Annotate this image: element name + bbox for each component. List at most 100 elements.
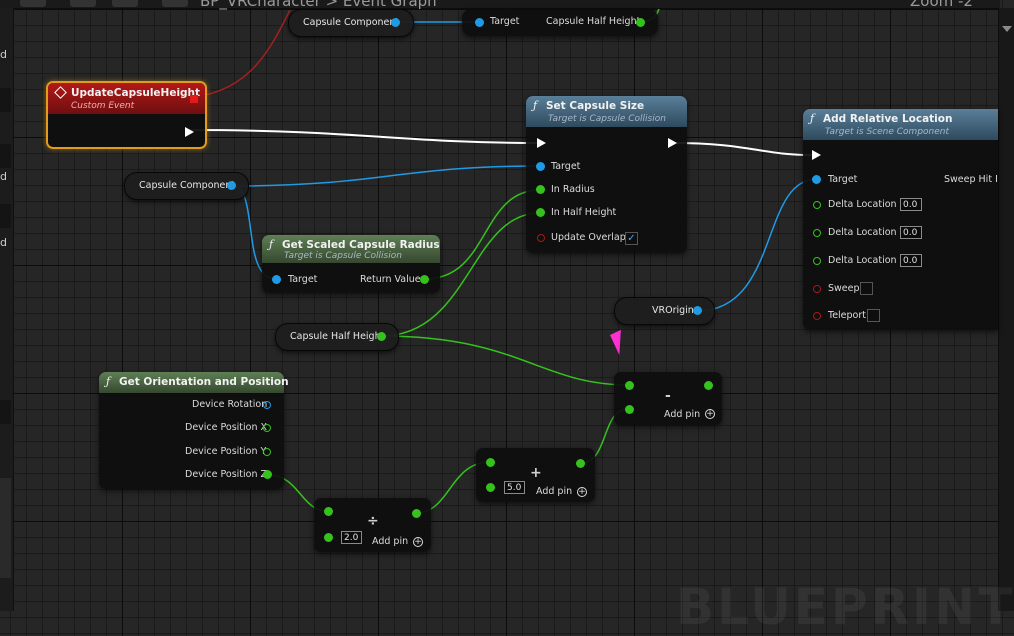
get-capsule-half-height-node[interactable]: Target Capsule Half Height bbox=[462, 9, 658, 36]
input-a-pin[interactable] bbox=[324, 507, 333, 516]
delta-x-input[interactable]: 0.0 bbox=[900, 198, 922, 211]
left-panel-tab[interactable] bbox=[0, 204, 11, 228]
left-panel-label: d bbox=[0, 48, 7, 61]
set-capsule-size-node[interactable]: ƒ Set Capsule Size Target is Capsule Col… bbox=[526, 96, 687, 253]
output-pin[interactable] bbox=[704, 381, 713, 390]
exec-in-pin[interactable] bbox=[812, 150, 821, 160]
left-panel-tab[interactable] bbox=[0, 400, 11, 424]
update-capsule-height-event[interactable]: UpdateCapsuleHeight Custom Event bbox=[46, 81, 207, 149]
output-pin[interactable] bbox=[412, 509, 421, 518]
add-pin-icon[interactable]: + bbox=[577, 487, 587, 497]
half-height-pin[interactable] bbox=[636, 18, 645, 27]
add-pin-icon[interactable]: + bbox=[413, 537, 423, 547]
delta-z-input[interactable]: 0.0 bbox=[900, 254, 922, 267]
radius-pin[interactable] bbox=[536, 185, 545, 194]
left-panel-scrollbar[interactable] bbox=[0, 478, 11, 578]
node-title: Get Orientation and Position bbox=[119, 376, 289, 388]
mouse-cursor-icon bbox=[610, 329, 631, 355]
half-height-pin[interactable] bbox=[536, 208, 545, 217]
node-title: Get Scaled Capsule Radius bbox=[282, 239, 440, 251]
output-pin[interactable] bbox=[391, 18, 400, 27]
teleport-pin[interactable] bbox=[813, 312, 821, 320]
function-icon: ƒ bbox=[533, 99, 538, 112]
node-label: VROrigin bbox=[652, 305, 694, 316]
graph-icon bbox=[162, 0, 188, 7]
forward-button[interactable] bbox=[112, 0, 138, 7]
delta-z-label: Delta Location Z bbox=[828, 255, 907, 266]
exec-out-pin[interactable] bbox=[668, 138, 677, 148]
output-pin[interactable] bbox=[227, 181, 236, 190]
update-overlaps-pin[interactable] bbox=[537, 234, 545, 242]
device-position-x-pin[interactable] bbox=[263, 424, 271, 432]
event-icon bbox=[54, 86, 67, 99]
target-pin[interactable] bbox=[475, 18, 484, 27]
add-pin-label[interactable]: Add pin bbox=[664, 409, 700, 420]
capsule-component-node[interactable]: Capsule Component bbox=[124, 172, 249, 200]
update-overlaps-checkbox[interactable]: ✓ bbox=[625, 232, 638, 245]
divide-node[interactable]: ÷ 2.0 Add pin + bbox=[314, 498, 431, 552]
device-rotation-pin[interactable] bbox=[263, 401, 271, 409]
target-pin[interactable] bbox=[272, 275, 281, 284]
add-pin-icon[interactable]: + bbox=[705, 409, 715, 419]
device-position-z-pin[interactable] bbox=[263, 470, 272, 479]
divisor-input[interactable]: 2.0 bbox=[341, 531, 362, 544]
output-pin[interactable] bbox=[377, 332, 386, 341]
delta-y-pin[interactable] bbox=[813, 229, 821, 237]
divide-operator: ÷ bbox=[367, 513, 379, 529]
exec-in-pin[interactable] bbox=[537, 138, 546, 148]
sweep-pin[interactable] bbox=[813, 285, 821, 293]
add-pin-label[interactable]: Add pin bbox=[372, 536, 408, 547]
update-overlaps-label: Update Overlaps bbox=[551, 232, 631, 243]
add-node[interactable]: + 5.0 Add pin + bbox=[476, 448, 595, 502]
target-pin[interactable] bbox=[812, 175, 821, 184]
return-value-pin[interactable] bbox=[420, 275, 429, 284]
delegate-pin[interactable] bbox=[190, 95, 198, 103]
star-button[interactable] bbox=[20, 0, 46, 7]
capsule-half-height-node[interactable]: Capsule Half Height bbox=[275, 323, 399, 351]
wire-vrorigin-target bbox=[696, 178, 818, 312]
target-label: Target bbox=[288, 274, 318, 285]
input-b-pin[interactable] bbox=[625, 405, 634, 414]
teleport-label: Teleport bbox=[828, 310, 866, 321]
target-pin[interactable] bbox=[536, 162, 545, 171]
device-position-y-pin[interactable] bbox=[263, 448, 271, 456]
node-title: Set Capsule Size bbox=[546, 100, 645, 112]
delta-y-label: Delta Location Y bbox=[828, 227, 906, 238]
input-a-pin[interactable] bbox=[625, 381, 634, 390]
exec-out-pin[interactable] bbox=[185, 127, 194, 137]
sweep-checkbox[interactable] bbox=[860, 282, 873, 295]
subtract-operator: - bbox=[665, 388, 671, 404]
input-b-pin[interactable] bbox=[324, 533, 333, 542]
function-icon: ƒ bbox=[269, 238, 274, 251]
function-icon: ƒ bbox=[810, 112, 815, 125]
delta-z-pin[interactable] bbox=[813, 257, 821, 265]
function-icon: ƒ bbox=[106, 375, 111, 388]
teleport-checkbox[interactable] bbox=[867, 309, 880, 322]
output-pin[interactable] bbox=[576, 459, 585, 468]
get-orientation-and-position-node[interactable]: ƒ Get Orientation and Position Device Ro… bbox=[99, 372, 289, 489]
input-a-pin[interactable] bbox=[486, 458, 495, 467]
back-button[interactable] bbox=[70, 0, 96, 7]
wire-exec-1 bbox=[187, 129, 542, 144]
get-scaled-capsule-radius-node[interactable]: ƒ Get Scaled Capsule Radius Target is Ca… bbox=[262, 235, 440, 293]
target-label: Target bbox=[490, 16, 520, 27]
wire-event-capsule bbox=[193, 9, 291, 98]
input-b-pin[interactable] bbox=[486, 483, 495, 492]
delta-y-input[interactable]: 0.0 bbox=[900, 226, 922, 239]
output-pin[interactable] bbox=[693, 306, 702, 315]
addend-input[interactable]: 5.0 bbox=[504, 481, 525, 494]
device-position-z-label: Device Position Z bbox=[185, 469, 268, 480]
node-subtitle: Target is Scene Component bbox=[825, 127, 950, 137]
node-subtitle: Target is Capsule Collision bbox=[284, 251, 402, 261]
left-panel-tab[interactable] bbox=[0, 144, 11, 168]
delta-x-pin[interactable] bbox=[813, 201, 821, 209]
left-panel-tab[interactable] bbox=[0, 88, 11, 112]
add-pin-label[interactable]: Add pin bbox=[536, 486, 572, 497]
scroll-down-icon[interactable] bbox=[1002, 26, 1012, 32]
node-label: Capsule Component bbox=[139, 180, 236, 191]
vrorigin-node[interactable]: VROrigin bbox=[614, 297, 715, 325]
add-relative-location-node[interactable]: ƒ Add Relative Location Target is Scene … bbox=[803, 109, 998, 330]
subtract-node[interactable]: - Add pin + bbox=[614, 372, 722, 425]
right-scrollbar[interactable] bbox=[998, 8, 1014, 611]
capsule-component-node-top[interactable]: Capsule Component bbox=[288, 9, 414, 37]
